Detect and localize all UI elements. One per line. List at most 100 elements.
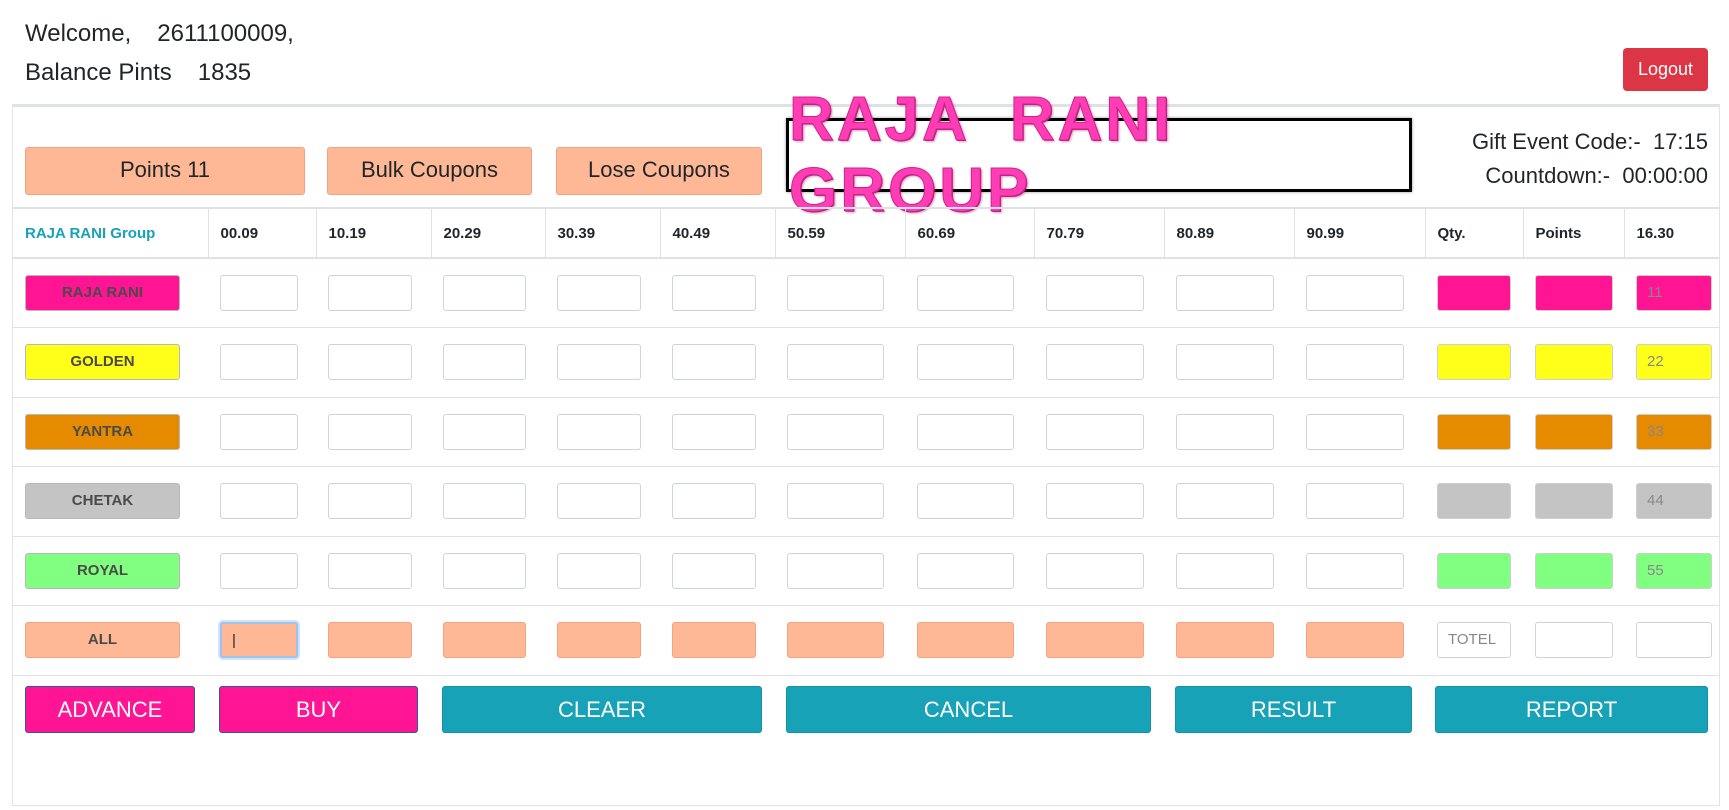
- number-input[interactable]: [220, 552, 298, 589]
- number-input[interactable]: [917, 552, 1014, 589]
- number-input[interactable]: [1306, 552, 1404, 589]
- number-input[interactable]: [787, 344, 884, 381]
- number-input[interactable]: [917, 344, 1014, 381]
- number-input[interactable]: [557, 344, 641, 381]
- number-input[interactable]: [917, 483, 1014, 520]
- all-number-input[interactable]: [443, 622, 526, 659]
- row-points-input[interactable]: [1535, 275, 1613, 311]
- number-input[interactable]: [672, 275, 756, 311]
- number-input[interactable]: [328, 552, 412, 589]
- grid-cell: [1164, 258, 1294, 328]
- all-number-input[interactable]: [672, 622, 756, 659]
- number-input[interactable]: [328, 413, 412, 450]
- number-input[interactable]: [557, 413, 641, 450]
- number-input[interactable]: [917, 275, 1014, 311]
- cancel-button[interactable]: CANCEL: [786, 686, 1151, 733]
- number-input[interactable]: [1046, 483, 1144, 520]
- number-input[interactable]: [443, 275, 526, 311]
- number-input[interactable]: [917, 413, 1014, 450]
- row-label-button[interactable]: RAJA RANI: [25, 275, 180, 311]
- number-input[interactable]: [557, 552, 641, 589]
- number-input[interactable]: [1176, 413, 1274, 450]
- number-input[interactable]: [443, 552, 526, 589]
- number-input[interactable]: [557, 483, 641, 520]
- row-label-button[interactable]: CHETAK: [25, 483, 180, 520]
- number-input[interactable]: [220, 413, 298, 450]
- lose-coupons-button[interactable]: Lose Coupons: [556, 147, 762, 195]
- all-number-input[interactable]: [787, 622, 884, 659]
- number-input[interactable]: [1046, 275, 1144, 311]
- number-input[interactable]: [1176, 275, 1274, 311]
- number-input[interactable]: [1176, 344, 1274, 381]
- all-number-input[interactable]: [1176, 622, 1274, 659]
- number-input[interactable]: [443, 413, 526, 450]
- all-number-input[interactable]: [917, 622, 1014, 659]
- all-label-button[interactable]: ALL: [25, 622, 180, 659]
- logout-button[interactable]: Logout: [1623, 48, 1708, 91]
- grid-cell: [545, 327, 660, 398]
- number-input[interactable]: [1046, 344, 1144, 381]
- advance-button[interactable]: ADVANCE: [25, 686, 195, 733]
- all-first-input[interactable]: |: [220, 622, 298, 659]
- row-points-input[interactable]: [1535, 344, 1613, 381]
- number-input[interactable]: [672, 552, 756, 589]
- number-input[interactable]: [220, 483, 298, 520]
- total-points-input[interactable]: [1535, 622, 1613, 659]
- grid-cell: [316, 258, 431, 328]
- number-input[interactable]: [1306, 483, 1404, 520]
- number-input[interactable]: [443, 483, 526, 520]
- number-input[interactable]: [220, 344, 298, 381]
- grid-cell: [431, 536, 545, 606]
- number-input[interactable]: [1306, 413, 1404, 450]
- row-total-input[interactable]: 33: [1636, 413, 1712, 450]
- row-label-button[interactable]: ROYAL: [25, 552, 180, 589]
- number-input[interactable]: [787, 275, 884, 311]
- row-total-input[interactable]: 44: [1636, 483, 1712, 520]
- number-input[interactable]: [787, 552, 884, 589]
- number-input[interactable]: [672, 413, 756, 450]
- all-number-input[interactable]: [1306, 622, 1404, 659]
- all-number-input[interactable]: [328, 622, 412, 659]
- number-input[interactable]: [1306, 344, 1404, 381]
- number-input[interactable]: [1306, 275, 1404, 311]
- number-input[interactable]: [1176, 552, 1274, 589]
- number-input[interactable]: [557, 275, 641, 311]
- all-number-input[interactable]: [557, 622, 641, 659]
- number-input[interactable]: [672, 483, 756, 520]
- row-qty-input[interactable]: [1437, 275, 1511, 311]
- number-input[interactable]: [443, 344, 526, 381]
- total-amount-input[interactable]: [1636, 622, 1712, 659]
- bulk-coupons-button[interactable]: Bulk Coupons: [327, 147, 532, 195]
- row-qty-input[interactable]: [1437, 483, 1511, 520]
- number-input[interactable]: [328, 483, 412, 520]
- number-input[interactable]: [787, 413, 884, 450]
- number-input[interactable]: [1176, 483, 1274, 520]
- row-total-input[interactable]: 22: [1636, 344, 1712, 381]
- number-input[interactable]: [220, 275, 298, 311]
- grid-cell: [545, 605, 660, 676]
- number-input[interactable]: [787, 483, 884, 520]
- row-total-input[interactable]: 11: [1636, 275, 1712, 311]
- row-qty-input[interactable]: [1437, 344, 1511, 381]
- row-points-input[interactable]: [1535, 483, 1613, 520]
- result-button[interactable]: RESULT: [1175, 686, 1412, 733]
- row-qty-input[interactable]: [1437, 413, 1511, 450]
- row-total-input[interactable]: 55: [1636, 552, 1712, 589]
- row-label-button[interactable]: GOLDEN: [25, 344, 180, 381]
- row-label-button[interactable]: YANTRA: [25, 413, 180, 450]
- points-button[interactable]: Points 11: [25, 147, 305, 195]
- all-number-input[interactable]: [1046, 622, 1144, 659]
- number-input[interactable]: [1046, 413, 1144, 450]
- grid-cell: [1294, 466, 1425, 537]
- number-input[interactable]: [328, 275, 412, 311]
- row-points-input[interactable]: [1535, 552, 1613, 589]
- row-points-input[interactable]: [1535, 413, 1613, 450]
- report-button[interactable]: REPORT: [1435, 686, 1708, 733]
- number-input[interactable]: [1046, 552, 1144, 589]
- total-qty-input[interactable]: TOTEL: [1437, 622, 1511, 659]
- row-qty-input[interactable]: [1437, 552, 1511, 589]
- number-input[interactable]: [328, 344, 412, 381]
- clear-button[interactable]: CLEAER: [442, 686, 762, 733]
- number-input[interactable]: [672, 344, 756, 381]
- buy-button[interactable]: BUY: [219, 686, 418, 733]
